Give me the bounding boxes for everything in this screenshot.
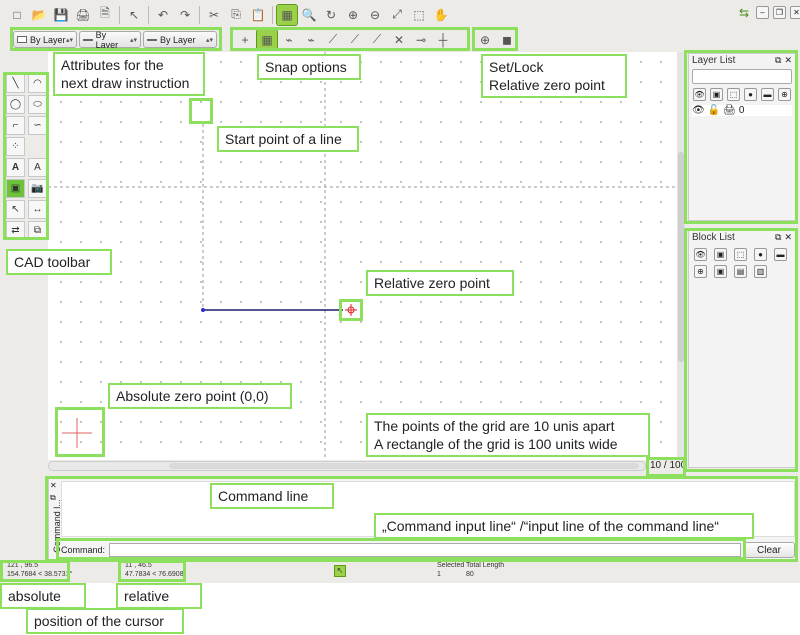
zoom-auto-icon[interactable]: ⤢: [387, 5, 407, 25]
relative-callout: relative: [116, 583, 202, 609]
line-start-point: [201, 308, 205, 312]
grid-callout: The points of the grid are 10 unis apart…: [366, 413, 650, 457]
minimize-icon[interactable]: –: [756, 6, 769, 19]
toolbar-separator: [272, 5, 273, 24]
new-file-icon[interactable]: □: [7, 5, 27, 25]
zoom-out-icon[interactable]: ⊖: [365, 5, 385, 25]
total-length-value: 80: [466, 571, 474, 578]
abszero-callout: Absolute zero point (0,0): [108, 383, 292, 409]
close-icon[interactable]: ✕: [790, 6, 800, 19]
pointer-icon[interactable]: ↖: [124, 5, 144, 25]
page-indicator-highlight: [646, 457, 686, 477]
abszero-highlight: [55, 407, 105, 457]
snap-callout: Snap options: [257, 54, 361, 80]
absolute-callout: absolute: [0, 583, 86, 609]
layer-list-highlight: [684, 50, 798, 224]
command-line-callout: Command line: [210, 483, 334, 509]
setlock-highlight: [472, 27, 518, 51]
relzero-callout: Relative zero point: [366, 270, 514, 296]
zoom-window-icon[interactable]: ⬚: [409, 5, 429, 25]
cut-icon[interactable]: ✂: [204, 5, 224, 25]
start-point-highlight: [189, 98, 213, 124]
start-point-callout: Start point of a line: [217, 126, 359, 152]
total-length-label: Total Length: [466, 562, 505, 569]
setlock-callout: Set/Lock Relative zero point: [481, 54, 627, 98]
selected-label: Selected: [437, 562, 465, 569]
block-list-highlight: [684, 228, 798, 472]
dock-toggle-icon[interactable]: ⇆: [737, 6, 751, 20]
cursor-callout: position of the cursor: [26, 608, 184, 634]
paste-icon[interactable]: 📋: [248, 5, 268, 25]
cad-toolbar-highlight: [3, 72, 49, 240]
print-icon[interactable]: 🖨: [73, 5, 93, 25]
toolbar-separator: [119, 5, 120, 24]
attributes-callout: Attributes for the next draw instruction: [53, 52, 205, 96]
main-toolbar: □ 📂 💾 🖨 🗎 ↖ ↶ ↷ ✂ ⎘ 📋 ▦ 🔍 ↻ ⊕ ⊖ ⤢ ⬚ ✋: [6, 2, 452, 27]
zoom-in-icon[interactable]: ⊕: [343, 5, 363, 25]
zoom-icon[interactable]: 🔍: [299, 5, 319, 25]
open-file-icon[interactable]: 📂: [29, 5, 49, 25]
undo-icon[interactable]: ↶: [153, 5, 173, 25]
rel-coord-highlight: [118, 560, 186, 582]
redo-icon[interactable]: ↷: [175, 5, 195, 25]
relzero-highlight: [339, 299, 363, 321]
input-line-highlight: [56, 538, 746, 560]
cad-toolbar-callout: CAD toolbar: [6, 249, 112, 275]
selected-value: 1: [437, 571, 441, 578]
redraw-icon[interactable]: ↻: [321, 5, 341, 25]
toolbar-separator: [148, 5, 149, 24]
horizontal-scroll-thumb[interactable]: [169, 463, 639, 469]
window-controls: ⇆ – ❐ ✕: [736, 6, 800, 20]
save-icon[interactable]: 💾: [51, 5, 71, 25]
horizontal-scrollbar[interactable]: [48, 461, 646, 471]
pan-icon[interactable]: ✋: [431, 5, 451, 25]
mouse-status-icon: ↖: [334, 565, 346, 577]
restore-icon[interactable]: ❐: [773, 6, 786, 19]
grid-icon[interactable]: ▦: [276, 3, 298, 26]
attributes-highlight: [10, 27, 222, 51]
input-line-callout: „Command input line“ /“input line of the…: [374, 513, 754, 539]
abs-coord-highlight: [0, 560, 70, 582]
snap-highlight: [230, 27, 470, 51]
toolbar-separator: [199, 5, 200, 24]
copy-icon[interactable]: ⎘: [226, 5, 246, 25]
print-preview-icon[interactable]: 🗎: [95, 5, 115, 25]
